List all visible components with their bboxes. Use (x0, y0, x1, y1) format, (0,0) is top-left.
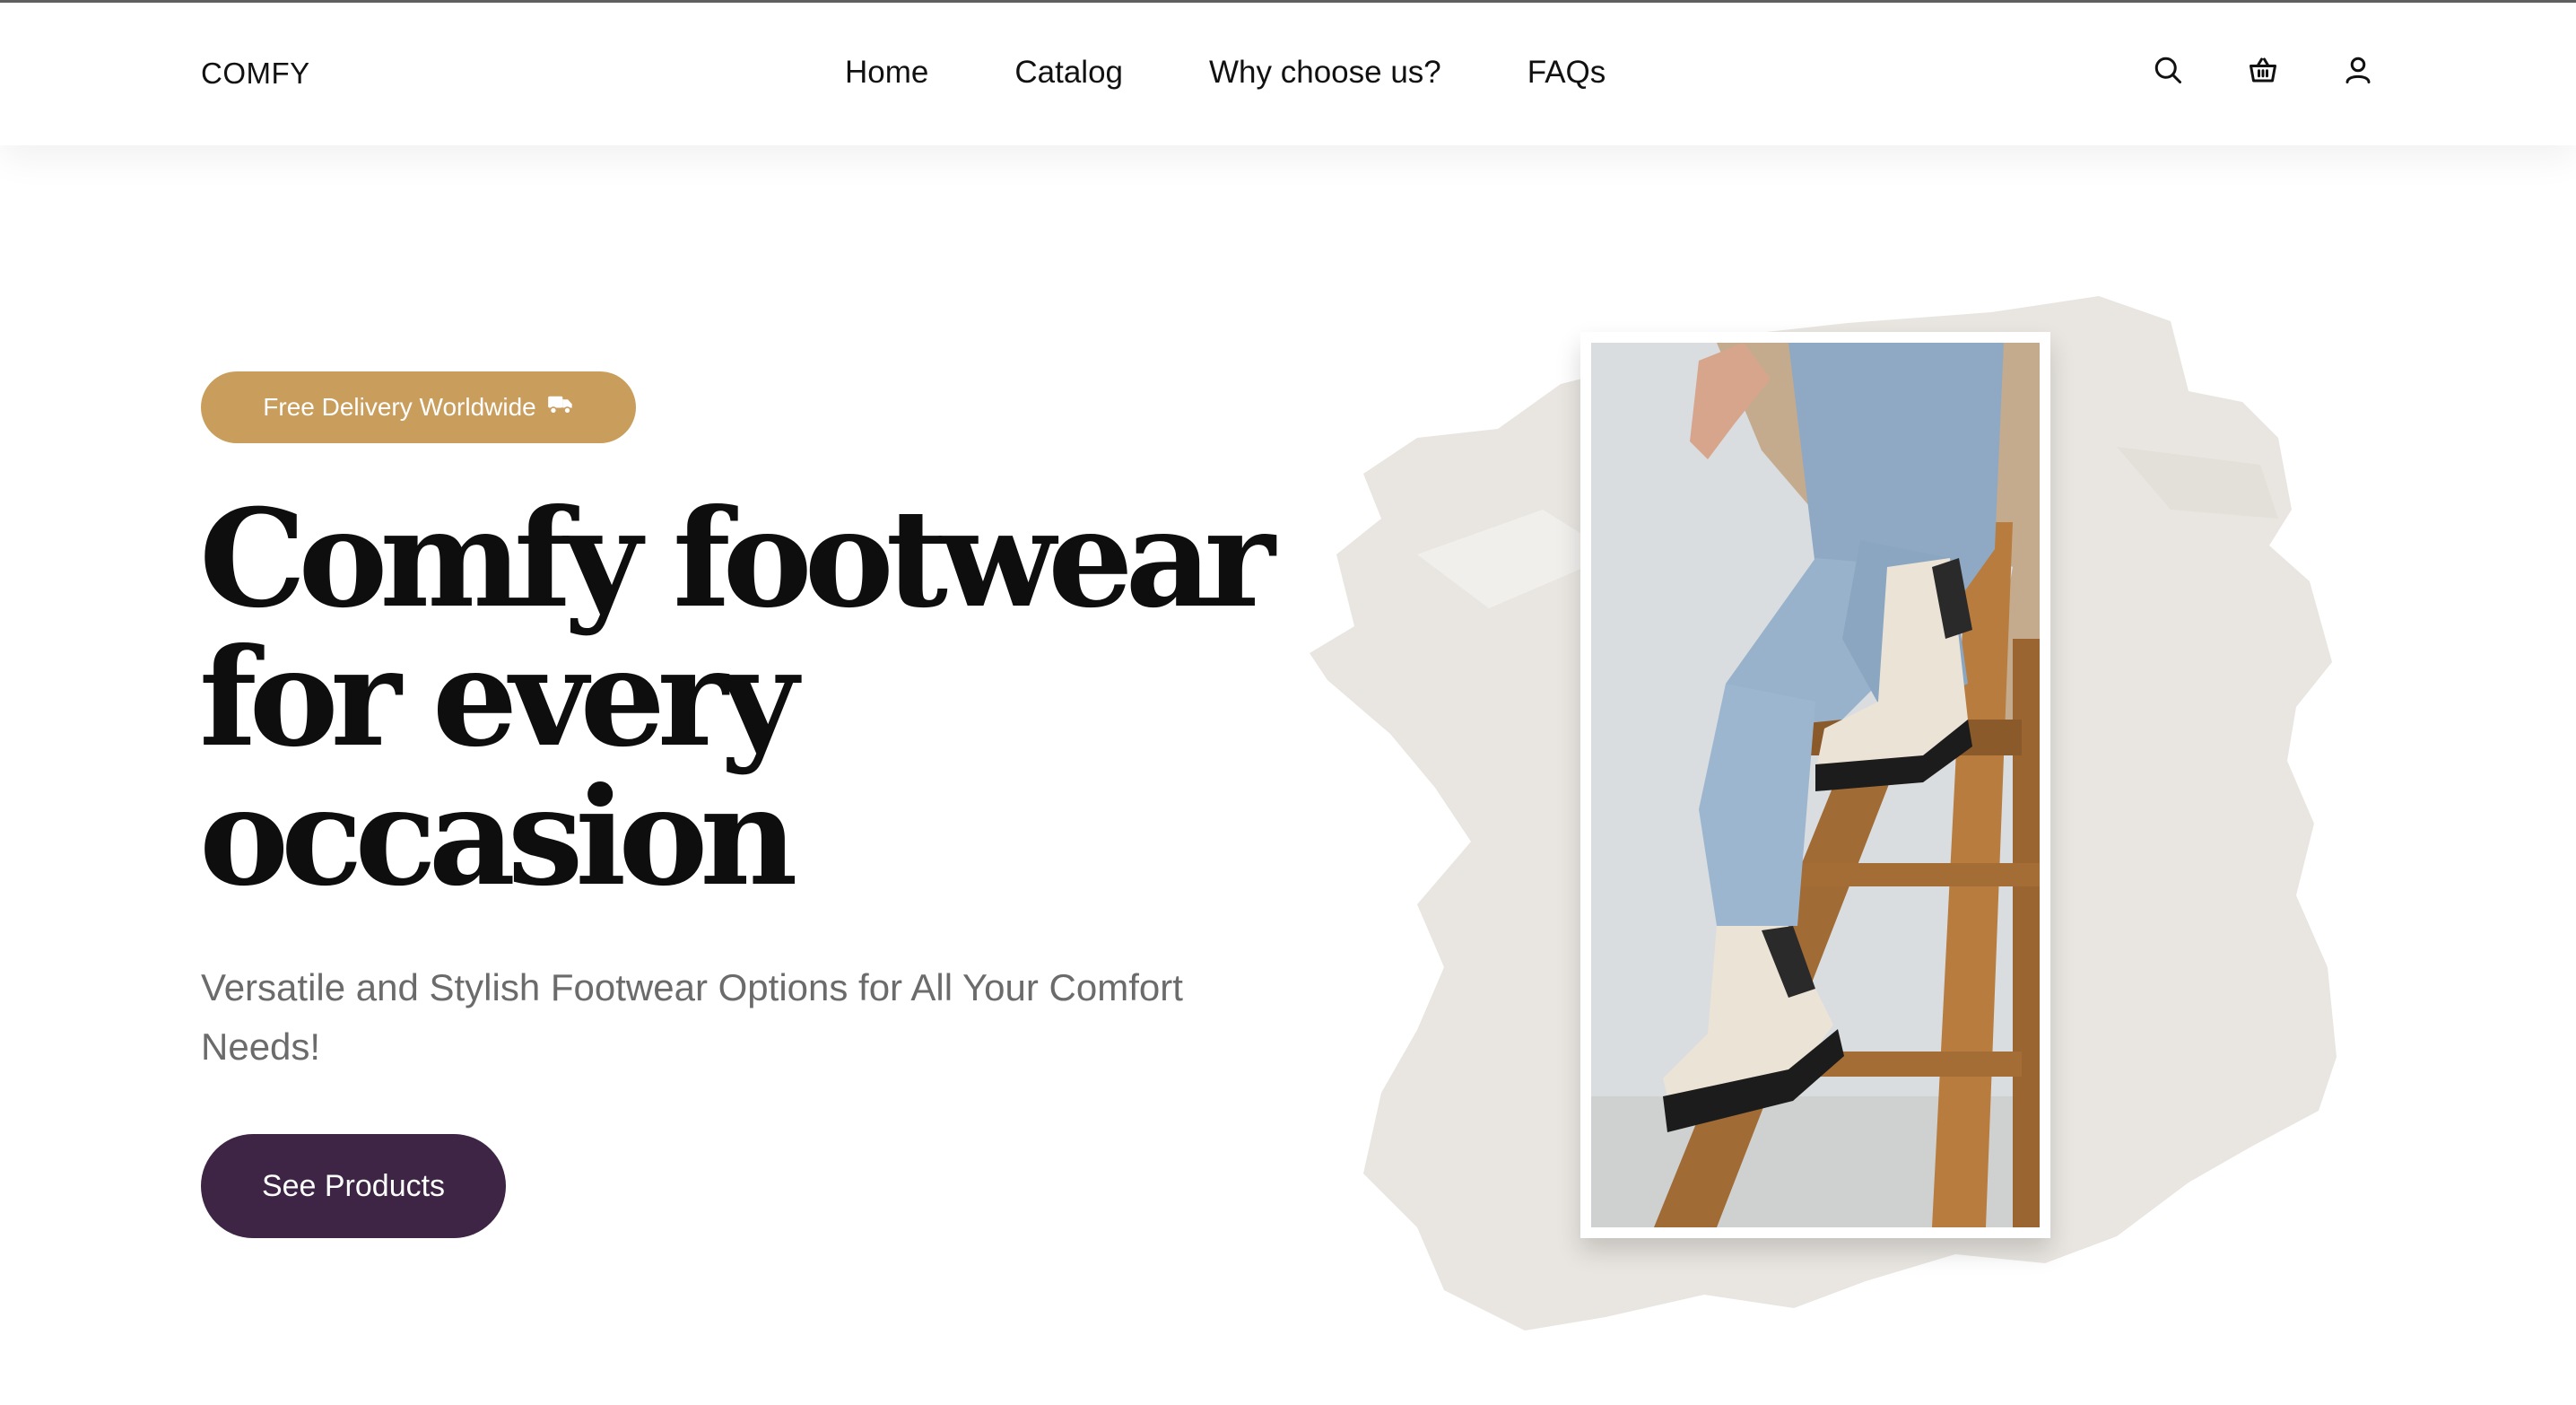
see-products-button[interactable]: See Products (201, 1134, 506, 1238)
brand-logo[interactable]: COMFY (201, 57, 310, 91)
hero-photo-frame (1580, 332, 2050, 1238)
headline-line-2: for every (199, 619, 798, 777)
page: COMFY Home Catalog Why choose us? FAQs F… (0, 0, 2576, 1405)
free-delivery-badge: Free Delivery Worldwide (201, 371, 636, 443)
hero-photo-boots-on-ladder (1591, 343, 2040, 1227)
hero-headline: Comfy footwear for every occasion (199, 490, 1275, 907)
truck-icon (547, 393, 574, 423)
nav-faqs[interactable]: FAQs (1527, 55, 1606, 91)
basket-icon[interactable] (2246, 53, 2280, 87)
headline-line-1: Comfy footwear (199, 480, 1275, 638)
badge-label: Free Delivery Worldwide (263, 393, 536, 421)
search-icon[interactable] (2151, 53, 2185, 87)
main-nav: Home Catalog Why choose us? FAQs (845, 55, 1606, 91)
nav-catalog[interactable]: Catalog (1014, 55, 1123, 91)
site-header: COMFY Home Catalog Why choose us? FAQs (0, 0, 2576, 145)
headline-line-3: occasion (199, 758, 797, 916)
nav-home[interactable]: Home (845, 55, 928, 91)
header-actions (2151, 53, 2375, 87)
user-icon[interactable] (2341, 53, 2375, 87)
nav-why-choose-us[interactable]: Why choose us? (1209, 55, 1441, 91)
hero-subtitle: Versatile and Stylish Footwear Options f… (201, 966, 1183, 1068)
